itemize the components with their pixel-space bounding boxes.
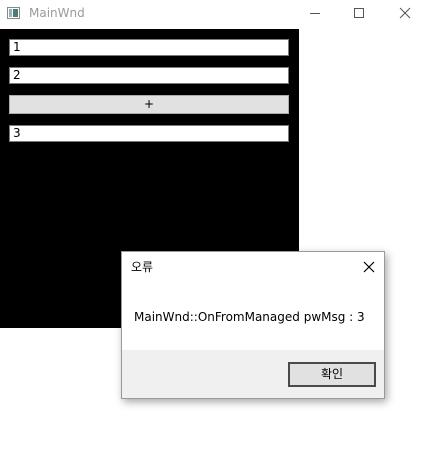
dialog-message: MainWnd::OnFromManaged pwMsg : 3 (134, 310, 365, 324)
close-button[interactable] (382, 0, 426, 28)
operand-1-input[interactable]: 1 (9, 39, 289, 56)
close-icon (399, 7, 411, 19)
minimize-button[interactable] (292, 0, 338, 28)
window-title: MainWnd (29, 6, 85, 20)
main-window: MainWnd 1 2 + 3 오류 MainWnd::OnFromManage… (0, 0, 426, 469)
error-dialog: 오류 MainWnd::OnFromManaged pwMsg : 3 확인 (121, 251, 385, 399)
dialog-title: 오류 (131, 260, 154, 274)
maximize-button[interactable] (336, 0, 382, 28)
result-field[interactable]: 3 (9, 125, 289, 142)
minimize-icon (310, 13, 320, 14)
dialog-footer: 확인 (122, 350, 384, 398)
app-window-icon (7, 7, 20, 19)
ok-button[interactable]: 확인 (288, 362, 376, 387)
operand-2-input[interactable]: 2 (9, 67, 289, 84)
title-bar[interactable]: MainWnd (0, 0, 426, 28)
dialog-close-button[interactable] (360, 258, 378, 276)
maximize-icon (354, 8, 364, 18)
close-icon (363, 261, 375, 273)
add-button[interactable]: + (9, 95, 289, 114)
